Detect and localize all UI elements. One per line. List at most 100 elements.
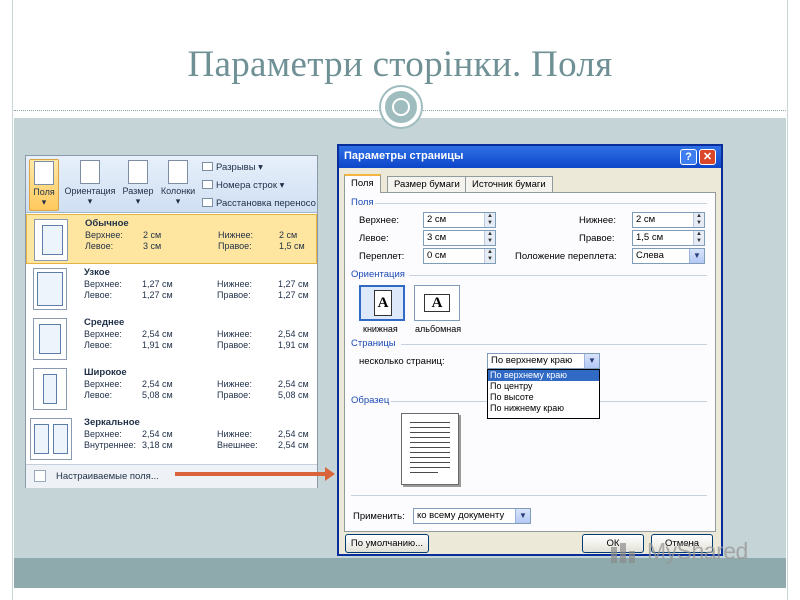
arrow-icon [175,472,330,476]
dropdown-option[interactable]: По нижнему краю [488,403,599,414]
preset-label: Верхнее: [84,379,122,389]
gutter-value: 0 см [427,250,447,261]
preset-label: Верхнее: [84,329,122,339]
preset-value: 2,54 см [142,329,173,339]
preset-label: Нижнее: [217,429,253,439]
top-margin-value: 2 см [427,214,447,225]
line-numbers-button[interactable]: Номера строк ▾ [202,180,284,191]
custom-margins-label: Настраиваемые поля... [56,471,159,482]
preset-value: 3,18 см [142,440,173,450]
preset-label: Правое: [218,241,252,251]
spinner-icon[interactable]: ▲ ▼ [693,231,704,245]
margins-icon [34,161,54,185]
margins-gallery-panel: Поля ▾ Ориентация ▾ Размер ▾ Колонки ▾ Р… [25,155,318,488]
custom-margins-icon [34,470,46,482]
help-button[interactable]: ? [680,149,697,165]
preset-name: Широкое [84,367,127,378]
spinner-icon[interactable]: ▲ ▼ [484,249,495,263]
preset-value: 1,27 см [278,279,309,289]
divider [401,344,707,345]
preset-value: 2,54 см [278,379,309,389]
margins-button[interactable]: Поля ▾ [29,159,59,211]
bottom-margin-field[interactable]: 2 см ▲ ▼ [632,212,705,228]
chevron-down-icon: ▾ [41,197,47,207]
preset-label: Левое: [84,390,113,400]
preset-label: Нижнее: [217,279,253,289]
tab-paper-size[interactable]: Размер бумаги [387,176,467,192]
dropdown-option[interactable]: По центру [488,381,599,392]
watermark-logo-icon [611,543,635,563]
landscape-page-icon: A [424,294,450,312]
chevron-down-icon[interactable]: ▼ [689,249,704,263]
portrait-button[interactable]: A [359,285,405,321]
preset-name: Среднее [84,317,125,328]
chevron-down-icon: ▾ [135,196,141,206]
right-margin-field[interactable]: 1,5 см ▲ ▼ [632,230,705,246]
right-margin-value: 1,5 см [636,232,664,243]
landscape-button[interactable]: A [414,285,460,321]
preset-label: Верхнее: [84,279,122,289]
top-margin-field[interactable]: 2 см ▲ ▼ [423,212,496,228]
preset-label: Левое: [85,241,114,251]
page-margins-icon [30,418,72,460]
custom-margins-item[interactable]: Настраиваемые поля... [26,464,317,488]
spinner-icon[interactable]: ▲ ▼ [484,213,495,227]
breaks-button[interactable]: Разрывы ▾ [202,162,263,173]
close-button[interactable]: ✕ [699,149,716,165]
preset-value: 1,91 см [278,340,309,350]
preset-name: Узкое [84,267,110,278]
spinner-icon[interactable]: ▲ ▼ [693,213,704,227]
chevron-down-icon[interactable]: ▼ [584,354,599,368]
left-margin-value: 3 см [427,232,447,243]
breaks-label: Разрывы ▾ [216,162,263,173]
orientation-button-label: Ориентация [64,186,116,196]
preset-value: 2,54 см [278,429,309,439]
multiple-pages-value: По верхнему краю [491,355,573,366]
default-button[interactable]: По умолчанию... [345,534,429,553]
preset-value: 2 см [143,230,162,240]
preset-value: 2,54 см [142,429,173,439]
gutter-position-select[interactable]: Слева ▼ [632,248,705,264]
preset-value: 3 см [143,241,162,251]
preset-value: 2,54 см [278,329,309,339]
left-margin-field[interactable]: 3 см ▲ ▼ [423,230,496,246]
margin-preset-normal[interactable]: Обычное Верхнее: 2 см Нижнее: 2 см Левое… [26,214,317,264]
circle-ornament-icon [381,87,421,127]
preset-value: 1,27 см [142,279,173,289]
dropdown-option[interactable]: По верхнему краю [488,370,599,381]
section-orientation: Ориентация [351,269,405,280]
margin-preset-wide[interactable]: Широкое Верхнее: 2,54 см Нижнее: 2,54 см… [26,364,317,414]
multiple-pages-select[interactable]: По верхнему краю ▼ [487,353,600,369]
orientation-button[interactable]: Ориентация ▾ [62,159,118,211]
margin-preset-narrow[interactable]: Узкое Верхнее: 1,27 см Нижнее: 1,27 см Л… [26,264,317,314]
gutter-position-label: Положение переплета: [515,251,617,262]
tab-paper-source[interactable]: Источник бумаги [465,176,553,192]
apply-to-label: Применить: [353,511,405,522]
dropdown-option[interactable]: По высоте [488,392,599,403]
gutter-field[interactable]: 0 см ▲ ▼ [423,248,496,264]
columns-button[interactable]: Колонки ▾ [158,159,198,211]
hyphenation-icon [202,198,213,207]
gutter-position-value: Слева [636,250,664,261]
bottom-margin-value: 2 см [636,214,656,225]
columns-button-label: Колонки [160,186,196,196]
orientation-options: A A [359,285,469,323]
margins-gallery: Обычное Верхнее: 2 см Нижнее: 2 см Левое… [26,214,317,464]
apply-to-select[interactable]: ко всему документу ▼ [413,508,531,524]
hyphenation-button[interactable]: Расстановка переносов [202,198,316,209]
size-button[interactable]: Размер ▾ [120,159,156,211]
page-title: Параметри сторінки. Поля [187,44,613,85]
spinner-icon[interactable]: ▲ ▼ [484,231,495,245]
margin-preset-moderate[interactable]: Среднее Верхнее: 2,54 см Нижнее: 2,54 см… [26,314,317,364]
preset-label: Внутреннее: [84,440,137,450]
preset-value: 1,27 см [278,290,309,300]
chevron-down-icon[interactable]: ▼ [515,509,530,523]
preset-label: Верхнее: [84,429,122,439]
arrow-head-icon [325,467,335,481]
page-preview [401,413,459,485]
preset-value: 2,54 см [278,440,309,450]
landscape-label: альбомная [415,324,462,334]
page-setup-dialog: Параметры страницы ? ✕ Поля Размер бумаг… [337,144,723,556]
tab-margins[interactable]: Поля [344,174,381,193]
margin-preset-mirrored[interactable]: Зеркальное Верхнее: 2,54 см Нижнее: 2,54… [26,414,317,464]
